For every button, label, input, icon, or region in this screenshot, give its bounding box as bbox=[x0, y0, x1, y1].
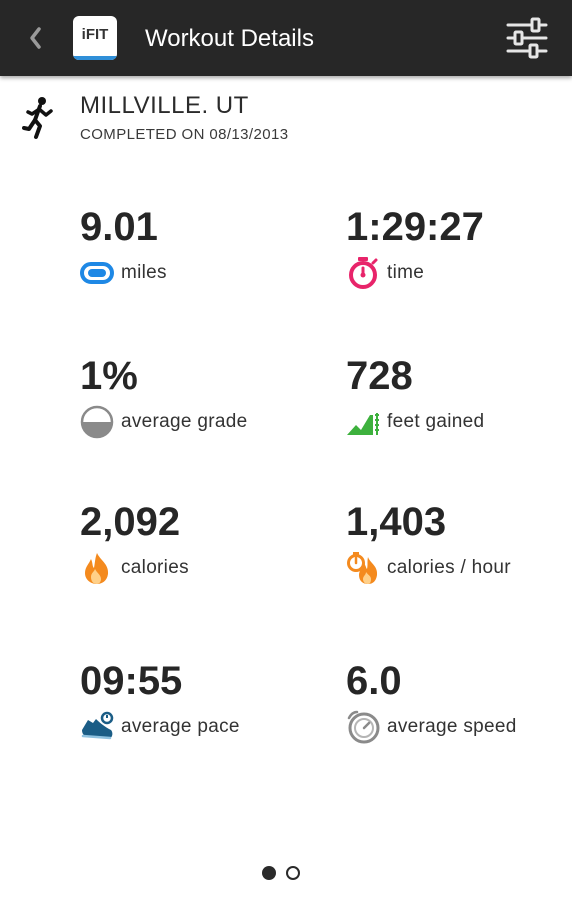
completion-date: COMPLETED ON 08/13/2013 bbox=[80, 126, 289, 143]
stat-label: calories / hour bbox=[387, 557, 511, 578]
sliders-icon bbox=[506, 17, 548, 59]
flame-icon bbox=[80, 551, 114, 585]
stat-label: average grade bbox=[121, 411, 248, 432]
stat-value: 1,403 bbox=[346, 500, 447, 544]
flame-timer-icon bbox=[346, 551, 380, 585]
stat-calories: 2,092 calories bbox=[80, 499, 320, 599]
stat-value: 728 bbox=[346, 354, 413, 398]
grade-half-circle-icon bbox=[80, 405, 114, 439]
speedometer-icon bbox=[346, 710, 380, 744]
page-dot-2[interactable] bbox=[286, 866, 300, 880]
page-indicator bbox=[260, 866, 308, 886]
stat-value: 2,092 bbox=[80, 500, 181, 544]
stat-time: 1:29:27 time bbox=[346, 204, 572, 304]
distance-icon bbox=[80, 256, 114, 290]
settings-button[interactable] bbox=[505, 17, 549, 59]
stat-label: time bbox=[387, 262, 425, 283]
stat-average-grade: 1% average grade bbox=[80, 353, 320, 453]
app-bar: iFIT Workout Details bbox=[0, 0, 572, 76]
stat-feet-gained: 728 feet gained bbox=[346, 353, 572, 453]
stat-label: feet gained bbox=[387, 411, 485, 432]
elevation-icon bbox=[346, 405, 380, 439]
stat-value: 1% bbox=[80, 354, 138, 398]
runner-icon bbox=[22, 96, 56, 140]
stat-label: calories bbox=[121, 557, 189, 578]
stat-label: average speed bbox=[387, 716, 517, 737]
app-logo-text: iFIT bbox=[81, 26, 109, 43]
workout-location: MILLVILLE. UT bbox=[80, 92, 249, 119]
stat-value: 1:29:27 bbox=[346, 205, 484, 249]
app-logo: iFIT bbox=[73, 16, 117, 60]
stat-miles: 9.01 miles bbox=[80, 204, 320, 304]
stat-average-pace: 09:55 average pace bbox=[80, 658, 320, 758]
stat-label: average pace bbox=[121, 716, 240, 737]
app-logo-accent bbox=[73, 56, 117, 60]
stat-value: 09:55 bbox=[80, 659, 183, 703]
back-button[interactable] bbox=[26, 23, 46, 53]
page-dot-1[interactable] bbox=[262, 866, 276, 880]
stat-average-speed: 6.0 average speed bbox=[346, 658, 572, 758]
stat-calories-per-hour: 1,403 calories / hour bbox=[346, 499, 572, 599]
stat-value: 9.01 bbox=[80, 205, 158, 249]
shoe-icon bbox=[80, 710, 114, 744]
stat-value: 6.0 bbox=[346, 659, 402, 703]
page-title: Workout Details bbox=[145, 25, 314, 52]
chevron-left-icon bbox=[30, 27, 41, 49]
stopwatch-icon bbox=[346, 256, 380, 290]
stat-label: miles bbox=[121, 262, 167, 283]
